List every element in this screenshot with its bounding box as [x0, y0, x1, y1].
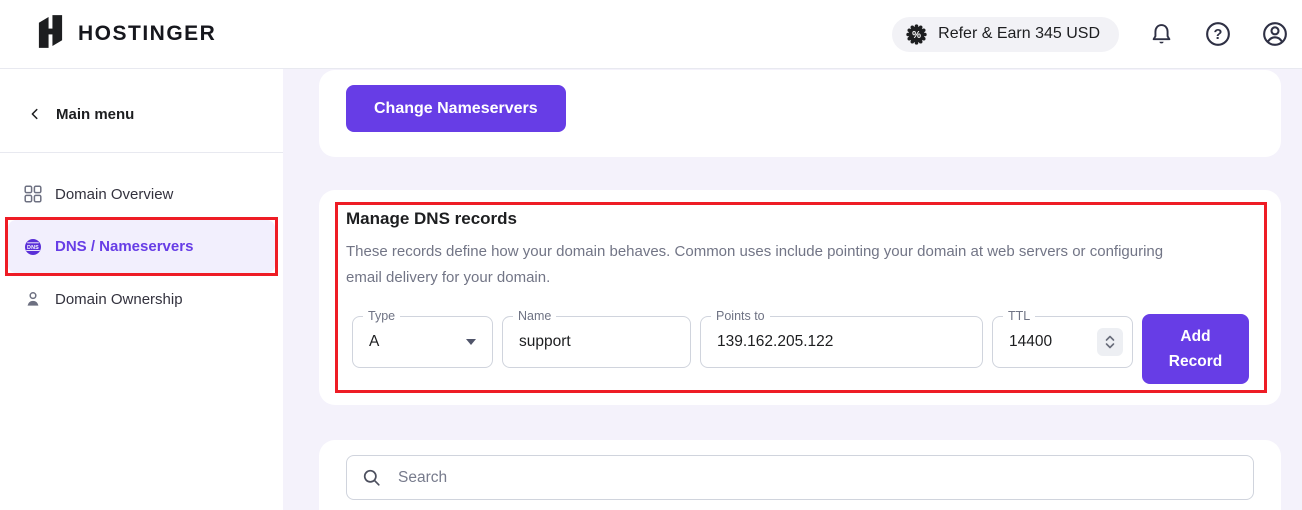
active-item-wrapper: DNS DNS / Nameservers	[8, 220, 275, 273]
header-actions: % Refer & Earn 345 USD ?	[892, 17, 1290, 52]
sidebar: Main menu Domain Overview	[0, 69, 283, 510]
search-box	[346, 455, 1254, 500]
svg-text:%: %	[912, 30, 921, 41]
type-selected-value: A	[369, 333, 379, 351]
sidebar-item-label: DNS / Nameservers	[55, 238, 193, 255]
sidebar-item-dns-nameservers[interactable]: DNS DNS / Nameservers	[8, 220, 275, 273]
dns-globe-icon: DNS	[24, 238, 42, 256]
dns-card-description: These records define how your domain beh…	[346, 239, 1254, 291]
sidebar-item-label: Domain Overview	[55, 186, 173, 203]
svg-text:DNS: DNS	[27, 244, 39, 250]
points-to-field-label: Points to	[711, 308, 770, 324]
dns-card-title: Manage DNS records	[346, 209, 1254, 229]
help-icon[interactable]: ?	[1203, 19, 1233, 49]
chevron-left-icon	[28, 107, 42, 121]
sidebar-item-label: Domain Ownership	[55, 291, 183, 308]
ttl-field-label: TTL	[1003, 308, 1035, 324]
record-ttl-field: TTL	[992, 316, 1133, 368]
person-icon	[24, 290, 42, 308]
percent-badge-icon: %	[906, 24, 927, 45]
brand-name: HOSTINGER	[78, 22, 216, 46]
records-search-card	[319, 440, 1281, 510]
svg-text:?: ?	[1214, 27, 1223, 43]
ttl-stepper[interactable]	[1097, 328, 1123, 356]
manage-dns-card: Manage DNS records These records define …	[319, 190, 1281, 405]
search-input[interactable]	[396, 468, 1238, 488]
sidebar-nav: Domain Overview DNS DNS / Nameservers	[0, 153, 283, 321]
points-to-input[interactable]	[701, 317, 982, 367]
change-nameservers-button[interactable]: Change Nameservers	[346, 85, 566, 132]
notifications-bell-icon[interactable]	[1146, 19, 1176, 49]
refer-earn-button[interactable]: % Refer & Earn 345 USD	[892, 17, 1119, 52]
top-header: HOSTINGER % Refer & Ea	[0, 0, 1302, 69]
nameservers-card: Change Nameservers	[319, 70, 1281, 157]
profile-account-icon[interactable]	[1260, 19, 1290, 49]
name-field-label: Name	[513, 308, 556, 324]
record-name-field: Name	[502, 316, 691, 368]
record-type-select[interactable]: Type A	[352, 316, 493, 368]
description-line: These records define how your domain beh…	[346, 239, 1254, 265]
record-points-to-field: Points to	[700, 316, 983, 368]
dns-card-content: Manage DNS records These records define …	[319, 190, 1281, 384]
add-record-form: Type A Name Points to TTL	[352, 316, 1254, 384]
search-icon	[362, 468, 382, 488]
back-to-main-menu[interactable]: Main menu	[28, 96, 283, 132]
sidebar-item-domain-overview[interactable]: Domain Overview	[8, 172, 275, 216]
app-window: HOSTINGER % Refer & Ea	[0, 0, 1302, 510]
chevron-down-icon	[466, 339, 476, 345]
grid-icon	[24, 185, 42, 203]
add-record-button[interactable]: Add Record	[1142, 314, 1249, 384]
hostinger-h-mark-icon	[36, 14, 65, 54]
description-line: email delivery for your domain.	[346, 265, 1254, 291]
type-field-label: Type	[363, 308, 400, 324]
back-label: Main menu	[56, 106, 134, 123]
name-input[interactable]	[503, 317, 690, 367]
hostinger-logo[interactable]: HOSTINGER	[36, 14, 216, 54]
refer-earn-label: Refer & Earn 345 USD	[938, 25, 1100, 43]
sidebar-item-domain-ownership[interactable]: Domain Ownership	[8, 277, 275, 321]
